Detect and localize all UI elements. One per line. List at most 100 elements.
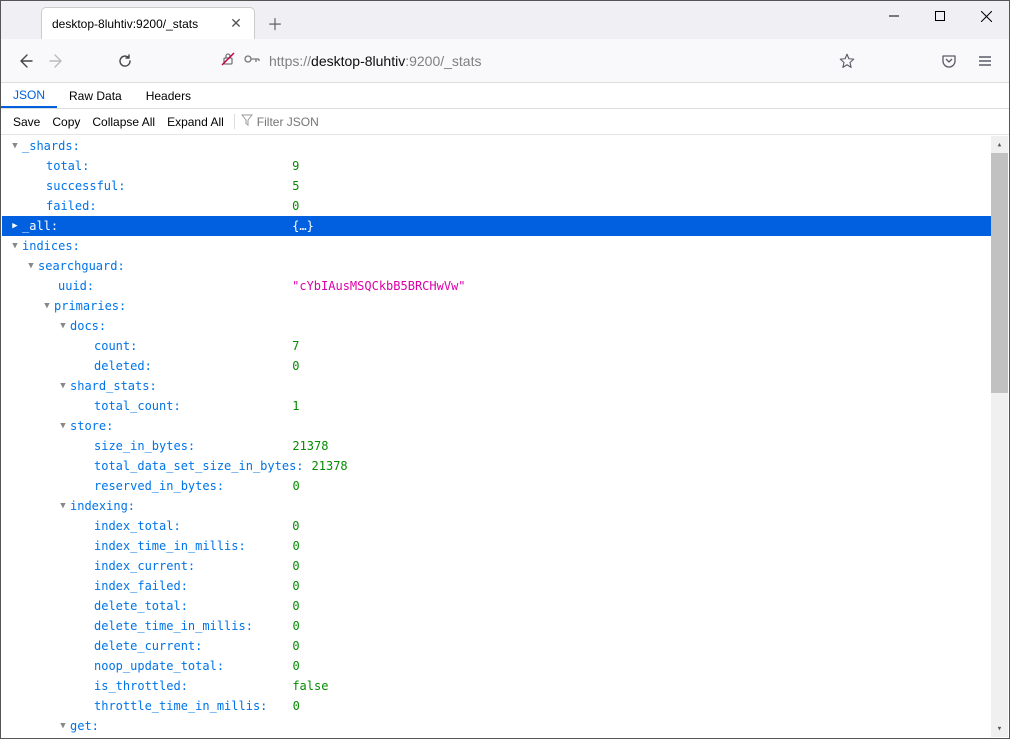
copy-button[interactable]: Copy <box>46 115 86 129</box>
lock-warning-icon <box>221 51 237 70</box>
view-tabs: JSON Raw Data Headers <box>1 83 1009 109</box>
json-row[interactable]: failed:0 <box>2 196 1008 216</box>
json-row[interactable]: total:9 <box>2 156 1008 176</box>
collapse-all-button[interactable]: Collapse All <box>86 115 161 129</box>
json-key: reserved_in_bytes: <box>94 479 224 493</box>
json-row[interactable]: throttle_time_in_millis:0 <box>2 696 1008 716</box>
json-row[interactable]: ▼get: <box>2 716 1008 736</box>
json-row[interactable]: delete_current:0 <box>2 636 1008 656</box>
toolbar: https://desktop-8luhtiv:9200/_stats <box>1 39 1009 83</box>
save-button[interactable]: Save <box>7 115 46 129</box>
json-value: 0 <box>293 699 300 713</box>
json-row[interactable]: ▼indexing: <box>2 496 1008 516</box>
collapse-icon[interactable]: ▼ <box>10 241 20 251</box>
json-row[interactable]: index_time_in_millis:0 <box>2 536 1008 556</box>
json-row[interactable]: delete_time_in_millis:0 <box>2 616 1008 636</box>
json-row[interactable]: ▼indices: <box>2 236 1008 256</box>
json-row[interactable]: ▼docs: <box>2 316 1008 336</box>
filter-input[interactable] <box>257 115 347 129</box>
minimize-button[interactable] <box>871 1 917 31</box>
tab-raw-data[interactable]: Raw Data <box>57 83 134 108</box>
url-bar[interactable]: https://desktop-8luhtiv:9200/_stats <box>221 45 823 77</box>
scrollbar[interactable]: ▴ ▾ <box>991 136 1008 737</box>
json-row[interactable]: is_throttled: false <box>2 676 1008 696</box>
json-row[interactable]: deleted:0 <box>2 356 1008 376</box>
collapse-icon[interactable]: ▼ <box>26 261 36 271</box>
browser-tab[interactable]: desktop-8luhtiv:9200/_stats ✕ <box>41 7 255 39</box>
menu-button[interactable] <box>969 45 1001 77</box>
expand-all-button[interactable]: Expand All <box>161 115 230 129</box>
json-key: total: <box>46 159 89 173</box>
json-key: delete_total: <box>94 599 188 613</box>
forward-button[interactable] <box>41 45 73 77</box>
json-row[interactable]: ▼primaries: <box>2 296 1008 316</box>
json-value: 0 <box>292 659 299 673</box>
json-key: docs: <box>70 319 106 333</box>
json-value: 7 <box>292 339 299 353</box>
json-row[interactable]: successful:5 <box>2 176 1008 196</box>
json-row[interactable]: index_current:0 <box>2 556 1008 576</box>
collapse-icon[interactable]: ▼ <box>10 141 20 151</box>
bookmark-button[interactable] <box>831 45 863 77</box>
json-key: size_in_bytes: <box>94 439 195 453</box>
json-value: 0 <box>292 559 299 573</box>
filter-icon <box>241 114 253 129</box>
maximize-button[interactable] <box>917 1 963 31</box>
filter-wrap <box>234 114 353 129</box>
json-row[interactable]: ▶_all:{…} <box>2 216 1008 236</box>
json-key: is_throttled: <box>94 679 188 693</box>
collapse-icon[interactable]: ▼ <box>58 501 68 511</box>
json-key: index_total: <box>94 519 181 533</box>
close-tab-icon[interactable]: ✕ <box>228 16 244 32</box>
window-controls <box>871 1 1009 31</box>
scroll-up-icon[interactable]: ▴ <box>991 136 1008 153</box>
json-row[interactable]: index_total:0 <box>2 516 1008 536</box>
tab-title: desktop-8luhtiv:9200/_stats <box>52 17 228 31</box>
json-value: 0 <box>292 199 299 213</box>
json-row[interactable]: total_count:1 <box>2 396 1008 416</box>
json-row[interactable]: size_in_bytes: 21378 <box>2 436 1008 456</box>
collapse-icon[interactable]: ▼ <box>42 301 52 311</box>
close-window-button[interactable] <box>963 1 1009 31</box>
json-row[interactable]: total_data_set_size_in_bytes: 21378 <box>2 456 1008 476</box>
scroll-thumb[interactable] <box>991 153 1008 393</box>
json-value: 0 <box>292 639 299 653</box>
json-row[interactable]: index_failed:0 <box>2 576 1008 596</box>
json-row[interactable]: noop_update_total:0 <box>2 656 1008 676</box>
json-value: 21378 <box>292 439 328 453</box>
collapse-icon[interactable]: ▼ <box>58 381 68 391</box>
json-key: searchguard: <box>38 259 125 273</box>
json-value: false <box>292 679 328 693</box>
json-key: successful: <box>46 179 125 193</box>
json-row[interactable]: ▼searchguard: <box>2 256 1008 276</box>
collapse-icon[interactable]: ▼ <box>58 321 68 331</box>
json-key: uuid: <box>58 279 94 293</box>
json-key: total_count: <box>94 399 181 413</box>
tab-json[interactable]: JSON <box>1 83 57 108</box>
new-tab-button[interactable]: ＋ <box>261 9 289 37</box>
json-row[interactable]: ▼_shards: <box>2 136 1008 156</box>
json-key: deleted: <box>94 359 152 373</box>
json-value: 21378 <box>312 459 348 473</box>
json-row[interactable]: ▼shard_stats: <box>2 376 1008 396</box>
json-key: total_data_set_size_in_bytes: <box>94 459 304 473</box>
collapse-icon[interactable]: ▼ <box>58 721 68 731</box>
back-button[interactable] <box>9 45 41 77</box>
expand-icon[interactable]: ▶ <box>10 221 20 231</box>
json-row[interactable]: reserved_in_bytes:0 <box>2 476 1008 496</box>
key-icon <box>243 51 261 70</box>
scroll-down-icon[interactable]: ▾ <box>991 720 1008 737</box>
reload-button[interactable] <box>109 45 141 77</box>
json-key: primaries: <box>54 299 126 313</box>
json-row[interactable]: uuid:"cYbIAusMSQCkbB5BRCHwVw" <box>2 276 1008 296</box>
json-key: count: <box>94 339 137 353</box>
collapse-icon[interactable]: ▼ <box>58 421 68 431</box>
json-row[interactable]: delete_total:0 <box>2 596 1008 616</box>
json-key: delete_time_in_millis: <box>94 619 253 633</box>
json-row[interactable]: ▼store: <box>2 416 1008 436</box>
json-key: store: <box>70 419 113 433</box>
json-key: _shards: <box>22 139 80 153</box>
pocket-button[interactable] <box>933 45 965 77</box>
json-row[interactable]: count: 7 <box>2 336 1008 356</box>
tab-headers[interactable]: Headers <box>134 83 203 108</box>
